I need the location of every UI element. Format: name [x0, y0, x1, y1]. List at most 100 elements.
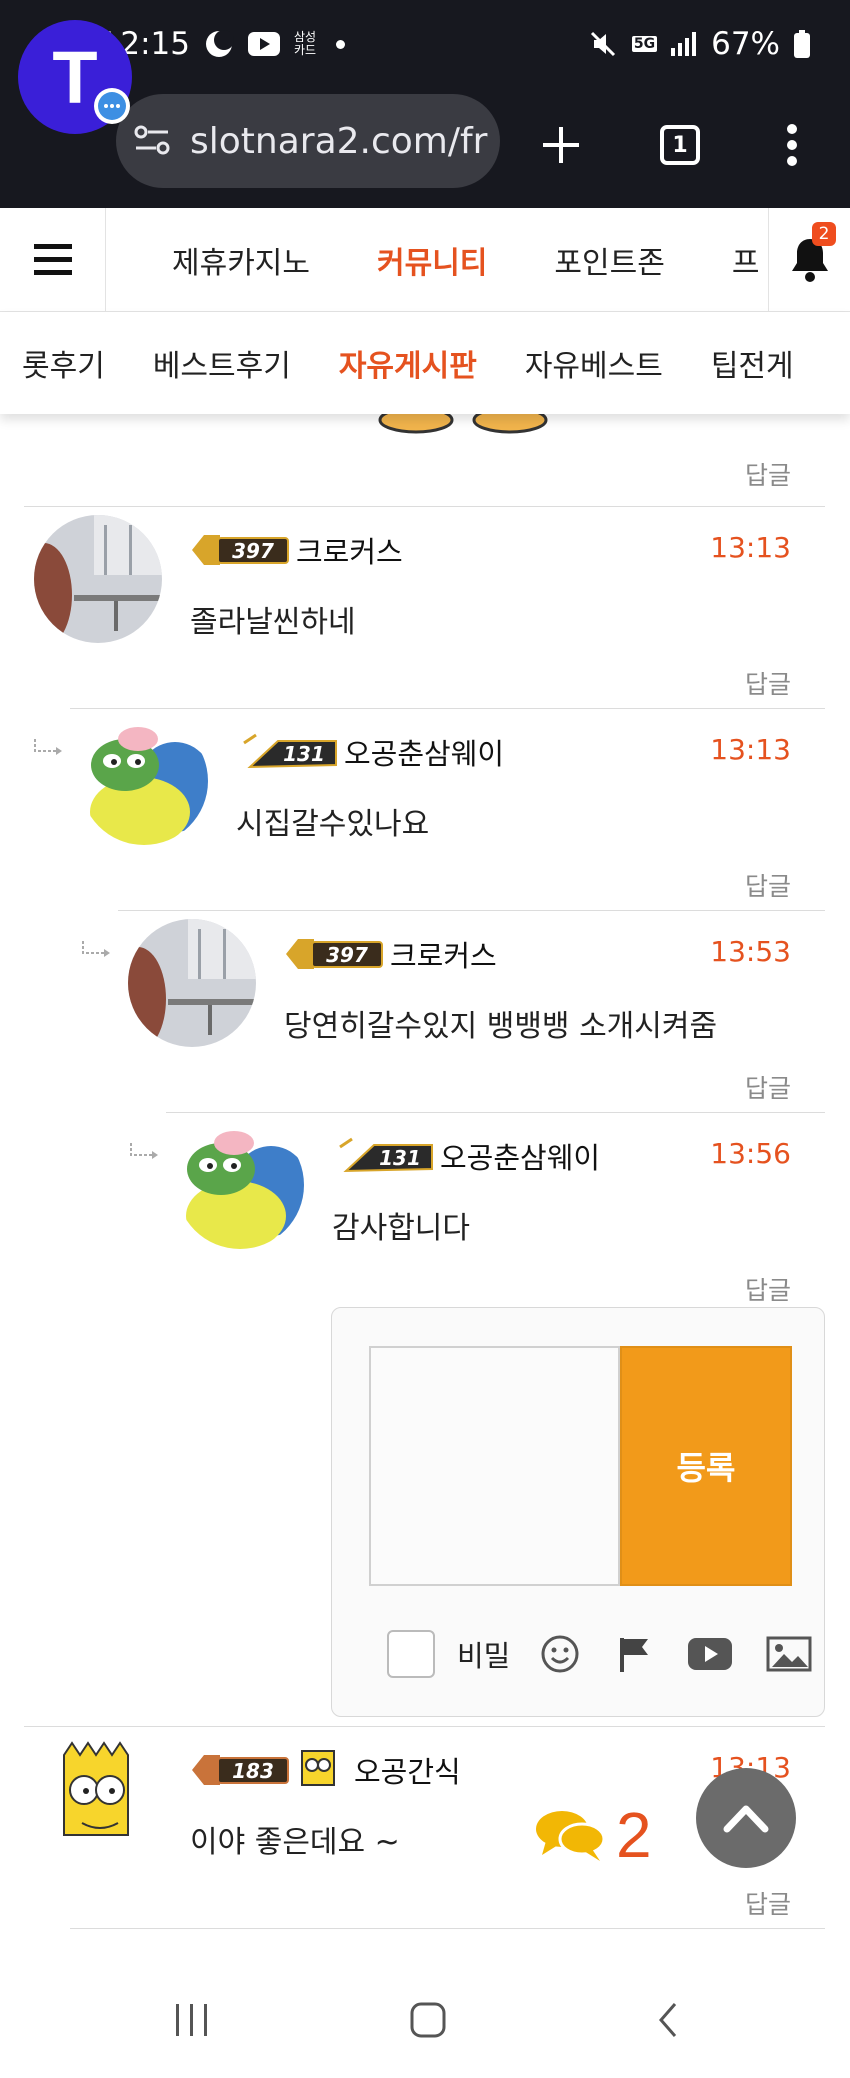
level-badge: 131 — [238, 733, 338, 771]
notification-badge: 2 — [812, 222, 836, 246]
logo-t-icon: T — [52, 35, 98, 119]
url-text: slotnara2.com/fr — [190, 120, 488, 162]
tab-count: 1 — [660, 125, 700, 165]
reply-link[interactable]: 답글 — [745, 456, 791, 492]
secret-label: 비밀 — [457, 1639, 511, 1673]
avatar — [176, 1121, 304, 1249]
plus-icon — [543, 127, 579, 163]
comment-author[interactable]: 오공춘삼웨이 — [440, 1135, 600, 1177]
comment-time: 13:53 — [710, 935, 791, 968]
reply-arrow-icon — [34, 739, 62, 755]
comment-time: 13:13 — [710, 733, 791, 766]
recent-apps-button[interactable] — [152, 1990, 232, 2050]
avatar — [34, 1735, 162, 1863]
samsung-card-icon: 삼성 카드 — [294, 30, 317, 57]
comment-text: 졸라날씬하네 — [190, 605, 356, 640]
site-nav: 제휴카지노 커뮤니티 포인트존 프 2 — [0, 208, 850, 312]
comment-time: 13:13 — [710, 531, 791, 564]
nav-item-point-zone[interactable]: 포인트존 — [554, 238, 664, 282]
reply-link[interactable]: 답글 — [745, 1069, 791, 1105]
nav-item-partner-casino[interactable]: 제휴카지노 — [172, 238, 310, 282]
menu-button[interactable] — [757, 110, 827, 180]
reply-link[interactable]: 답글 — [745, 867, 791, 903]
tab-switcher-button[interactable]: 1 — [645, 110, 715, 180]
comment-author[interactable]: 크로커스 — [296, 529, 403, 571]
home-button[interactable] — [388, 1990, 468, 2050]
svg-text:397: 397 — [232, 539, 274, 563]
subnav-item-best-reviews[interactable]: 베스트후기 — [153, 341, 291, 385]
network-5g-icon: 5G — [631, 36, 658, 52]
svg-text:131: 131 — [379, 1146, 421, 1170]
comment-text: 시집갈수있나요 — [236, 807, 430, 842]
recent-apps-icon — [176, 2004, 207, 2036]
comment-text: 감사합니다 — [332, 1211, 470, 1246]
subnav-item-tips[interactable]: 팁전게 — [711, 341, 794, 385]
bart-badge-icon — [296, 1745, 340, 1793]
svg-text:183: 183 — [232, 1759, 274, 1783]
reply-arrow-icon — [82, 941, 110, 957]
scroll-to-top-button[interactable] — [696, 1768, 796, 1868]
reply-arrow-icon — [130, 1143, 158, 1159]
avatar — [34, 515, 162, 643]
submit-button[interactable]: 등록 — [620, 1346, 792, 1586]
emoji-icon[interactable] — [540, 1634, 580, 1674]
chat-bubbles-icon — [536, 1811, 606, 1861]
back-button[interactable] — [628, 1990, 708, 2050]
subnav-item-reviews[interactable]: 롯후기 — [22, 341, 105, 385]
nav-item-community[interactable]: 커뮤니티 — [377, 238, 487, 282]
signal-icon — [671, 32, 697, 56]
comment-item-partial — [70, 1928, 825, 1966]
new-tab-button[interactable] — [526, 110, 596, 180]
mute-icon — [588, 29, 618, 59]
moon-icon — [204, 29, 235, 59]
comment-text: 이야 좋은데요 ~ — [190, 1825, 400, 1860]
site-settings-icon[interactable] — [134, 124, 170, 165]
video-icon[interactable] — [688, 1638, 733, 1670]
youtube-icon — [248, 32, 281, 56]
avatar — [128, 919, 256, 1047]
url-bar[interactable]: slotnara2.com/fr — [116, 94, 500, 188]
battery-percent: 67% — [711, 26, 780, 62]
more-vert-icon — [787, 124, 797, 166]
comment-item: 131 오공춘삼웨이 13:13 시집갈수있나요 답글 — [34, 708, 825, 912]
chevron-up-icon — [723, 1805, 769, 1833]
chat-bubble-icon — [94, 88, 130, 124]
reply-textarea[interactable] — [369, 1346, 620, 1586]
battery-icon — [794, 30, 810, 58]
notifications-button[interactable]: 2 — [768, 208, 850, 312]
flag-icon[interactable] — [614, 1634, 654, 1674]
comment-time: 13:56 — [710, 1137, 791, 1170]
hamburger-menu-button[interactable] — [0, 208, 106, 312]
comment-section: 답글 397 크로커스 13:13 졸라날씬하네 답글 131 오공춘삼웨이 1… — [0, 414, 850, 1966]
level-badge: 397 — [190, 531, 290, 569]
svg-text:397: 397 — [326, 943, 368, 967]
comment-item: 397 크로커스 13:53 당연히갈수있지 뱅뱅뱅 소개시켜줌 답글 — [82, 910, 825, 1114]
nav-item-more[interactable]: 프 — [732, 238, 760, 282]
reply-link[interactable]: 답글 — [745, 1271, 791, 1307]
comment-author[interactable]: 오공춘삼웨이 — [344, 731, 504, 773]
comment-text: 당연히갈수있지 뱅뱅뱅 소개시켜줌 — [284, 1009, 718, 1044]
svg-text:131: 131 — [283, 742, 325, 766]
hamburger-icon — [33, 244, 72, 275]
avatar — [80, 717, 208, 845]
image-icon[interactable] — [766, 1636, 812, 1672]
comment-count: 2 — [616, 1799, 652, 1871]
comment-item: 397 크로커스 13:13 졸라날씬하네 답글 — [24, 506, 825, 710]
subnav-item-free-best[interactable]: 자유베스트 — [525, 341, 663, 385]
comment-item: 131 오공춘삼웨이 13:56 감사합니다 답글 — [130, 1112, 825, 1316]
home-icon — [410, 2002, 446, 2038]
level-badge: 397 — [284, 935, 384, 973]
notification-dot — [336, 39, 346, 49]
level-badge: 131 — [334, 1137, 434, 1175]
reply-form: 등록 비밀 — [331, 1307, 825, 1717]
reply-link[interactable]: 답글 — [745, 1885, 791, 1921]
comment-count-floating[interactable]: 2 — [534, 1798, 652, 1872]
subnav-item-free-board[interactable]: 자유게시판 — [339, 341, 477, 385]
secret-checkbox[interactable] — [387, 1630, 435, 1678]
comment-author[interactable]: 크로커스 — [390, 933, 497, 975]
board-subnav: 롯후기 베스트후기 자유게시판 자유베스트 팁전게 — [0, 312, 850, 414]
reply-link[interactable]: 답글 — [745, 665, 791, 701]
mascot-feet-image — [378, 414, 548, 434]
comment-author[interactable]: 오공간식 — [354, 1749, 461, 1791]
level-badge: 183 — [190, 1751, 290, 1789]
